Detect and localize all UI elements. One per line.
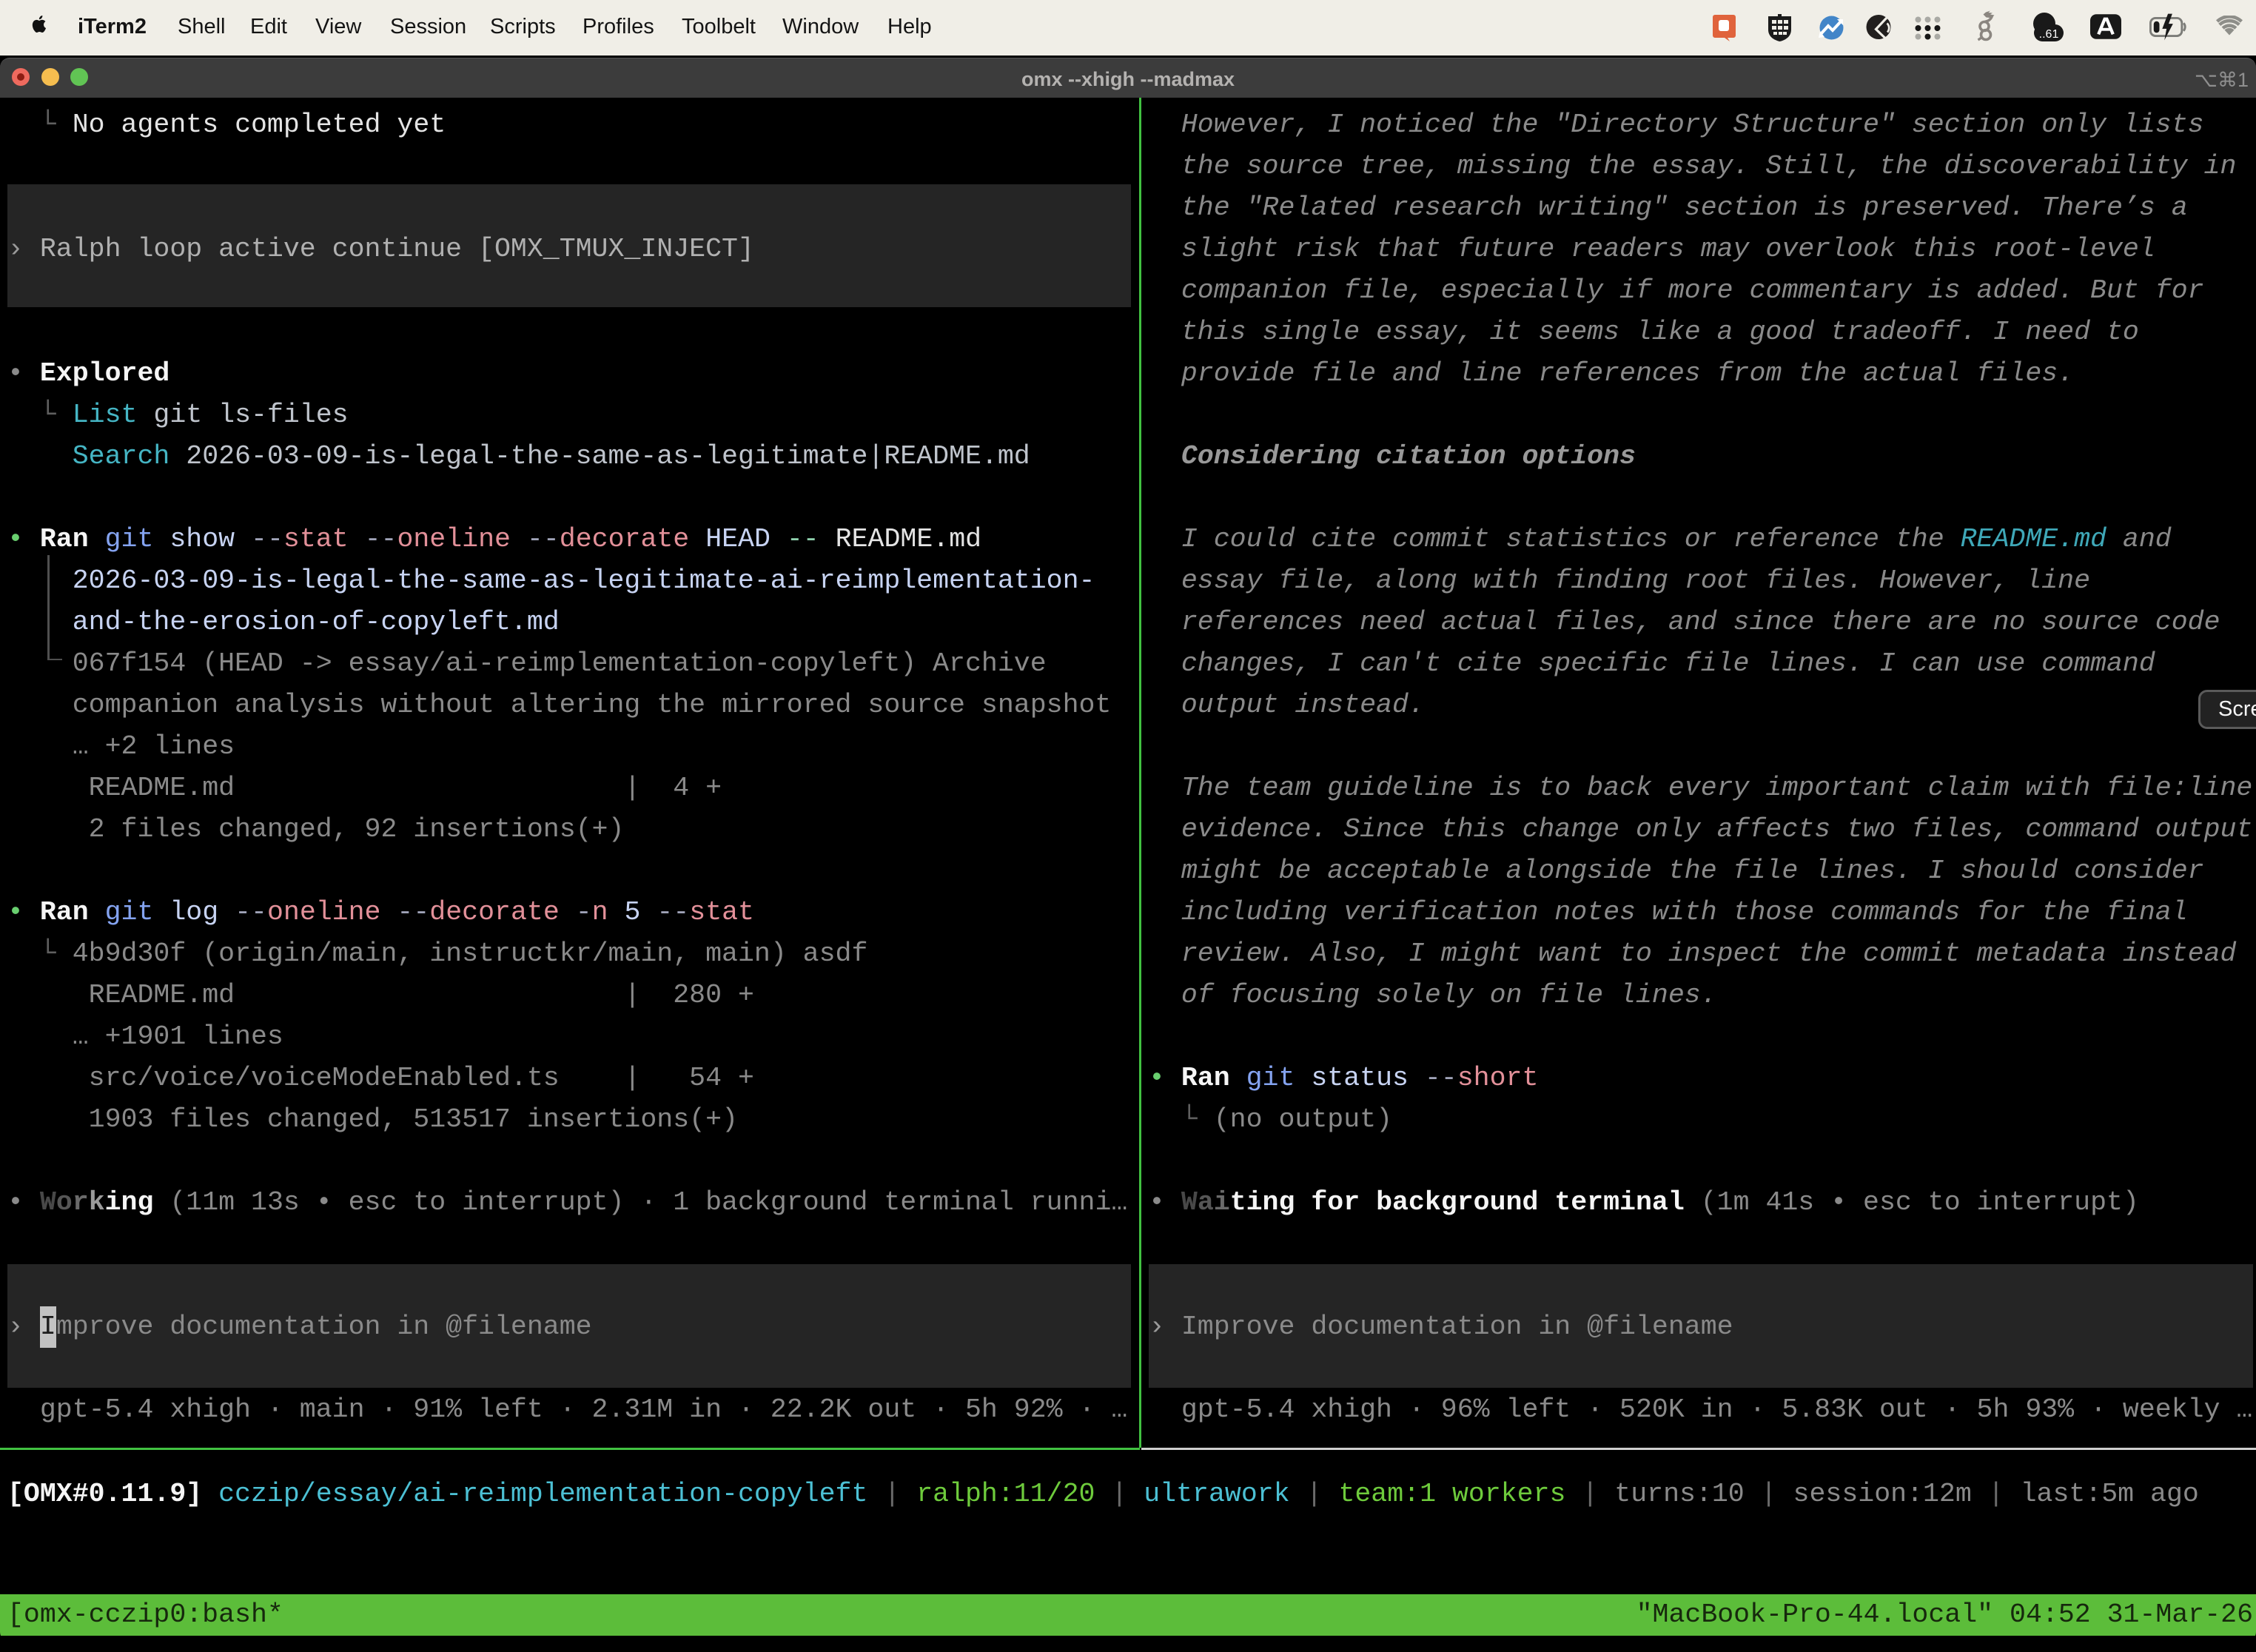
svg-text:..61: ..61 (2039, 28, 2059, 41)
